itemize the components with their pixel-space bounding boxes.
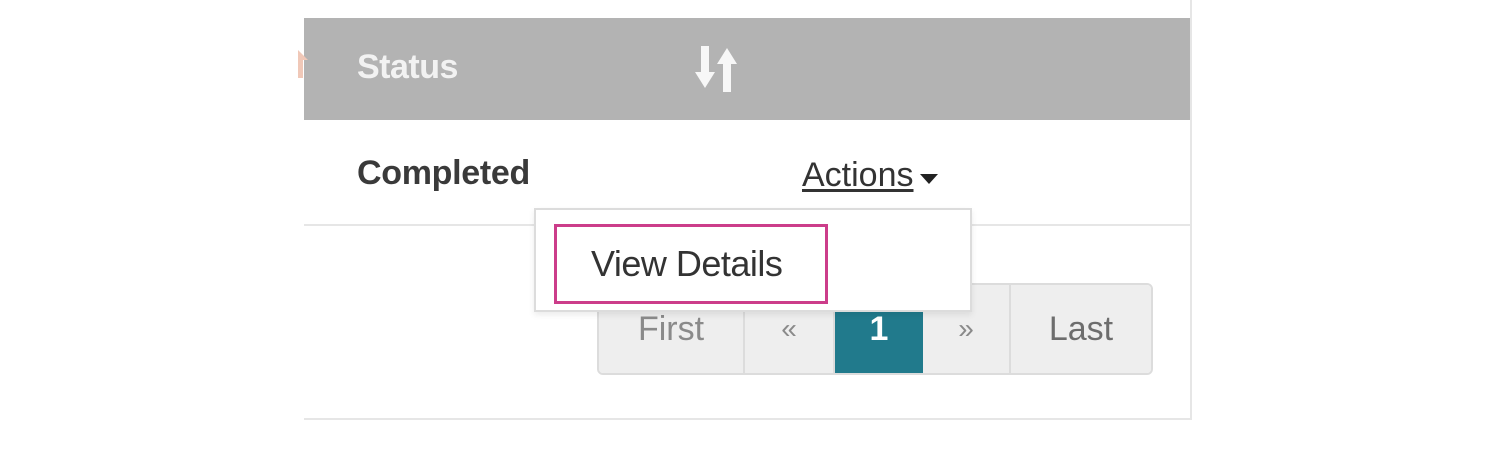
pagination-last-button[interactable]: Last bbox=[1011, 285, 1151, 373]
column-header-status[interactable]: Status bbox=[357, 48, 458, 87]
sort-icon[interactable] bbox=[694, 42, 748, 96]
actions-dropdown-menu: View Details bbox=[534, 208, 972, 312]
actions-dropdown-toggle[interactable]: Actions bbox=[802, 156, 938, 195]
table-header: Status bbox=[298, 18, 1190, 120]
caret-down-icon bbox=[919, 173, 938, 184]
actions-label: Actions bbox=[802, 156, 914, 194]
status-cell: Completed bbox=[357, 154, 530, 192]
view-details-menu-item[interactable]: View Details bbox=[554, 224, 828, 304]
sort-icon-partial[interactable] bbox=[298, 48, 312, 80]
results-table-panel: Status Completed Actions View Details Fi… bbox=[298, 0, 1192, 420]
